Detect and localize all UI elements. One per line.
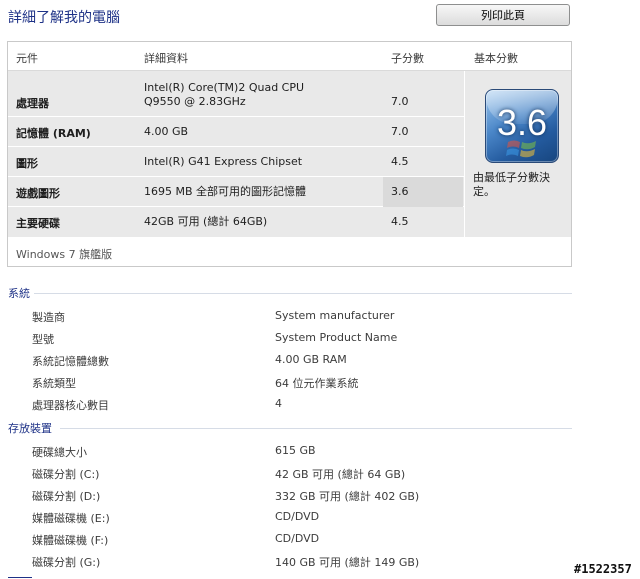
storage-section-divider (60, 428, 572, 429)
next-section-cut (8, 573, 32, 579)
watermark: #1522357 (574, 562, 632, 576)
info-value: 4.00 GB RAM (275, 353, 347, 366)
base-score-badge: 3.6 (485, 89, 559, 163)
system-section-divider (34, 293, 572, 294)
info-label: 處理器核心數目 (32, 399, 109, 412)
base-score-column: 3.6 由最低子分數決定。 (464, 71, 572, 237)
info-value: 4 (275, 397, 282, 410)
row-subscore: 7.0 (391, 95, 409, 108)
row-component: 處理器 (16, 97, 49, 110)
info-label: 媒體磁碟機 (F:) (32, 534, 109, 547)
header-base-score: 基本分數 (474, 52, 518, 65)
header-details: 詳細資料 (144, 52, 188, 65)
info-value: 140 GB 可用 (總計 149 GB) (275, 556, 420, 569)
row-component: 遊戲圖形 (16, 187, 60, 200)
info-label: 系統記憶體總數 (32, 355, 109, 368)
rating-row-graphics: 圖形 Intel(R) G41 Express Chipset 4.5 (8, 147, 464, 177)
row-component: 主要硬碟 (16, 217, 60, 230)
info-label: 系統類型 (32, 377, 76, 390)
info-value: System manufacturer (275, 309, 395, 322)
info-value: CD/DVD (275, 532, 320, 545)
rating-row-cpu: 處理器 Intel(R) Core(TM)2 Quad CPU Q9550 @ … (8, 71, 464, 117)
row-component: 圖形 (16, 157, 38, 170)
row-component: 記憶體 (RAM) (16, 127, 91, 140)
row-details: 4.00 GB (144, 125, 189, 138)
storage-section-title: 存放裝置 (8, 422, 52, 435)
rating-body: 處理器 Intel(R) Core(TM)2 Quad CPU Q9550 @ … (8, 71, 571, 237)
print-page-button[interactable]: 列印此頁 (436, 4, 570, 26)
rating-row-hard-disk: 主要硬碟 42GB 可用 (總計 64GB) 4.5 (8, 207, 464, 237)
info-label: 磁碟分割 (G:) (32, 556, 101, 569)
info-label: 製造商 (32, 311, 65, 324)
row-subscore: 4.5 (391, 215, 409, 228)
info-label: 型號 (32, 333, 54, 346)
info-label: 磁碟分割 (D:) (32, 490, 101, 503)
header-component: 元件 (16, 52, 38, 65)
info-value: 615 GB (275, 444, 316, 457)
row-subscore: 3.6 (391, 185, 409, 198)
row-details: 1695 MB 全部可用的圖形記憶體 (144, 185, 307, 198)
info-value: 64 位元作業系統 (275, 377, 359, 390)
os-edition: Windows 7 旗艦版 (16, 248, 113, 261)
base-score-caption: 由最低子分數決定。 (473, 171, 550, 198)
page-title: 詳細了解我的電腦 (8, 10, 120, 26)
info-label: 媒體磁碟機 (E:) (32, 512, 110, 525)
info-value: 42 GB 可用 (總計 64 GB) (275, 468, 406, 481)
info-value: 332 GB 可用 (總計 402 GB) (275, 490, 420, 503)
info-value: System Product Name (275, 331, 398, 344)
rating-row-gaming-graphics: 遊戲圖形 1695 MB 全部可用的圖形記憶體 3.6 (8, 177, 464, 207)
rating-header: 元件 詳細資料 子分數 基本分數 (8, 42, 571, 71)
info-label: 硬碟總大小 (32, 446, 87, 459)
info-label: 磁碟分割 (C:) (32, 468, 100, 481)
system-section-title: 系統 (8, 287, 30, 300)
rating-panel: 元件 詳細資料 子分數 基本分數 處理器 Intel(R) Core(TM)2 … (7, 41, 572, 267)
row-subscore: 4.5 (391, 155, 409, 168)
header-subscore: 子分數 (391, 52, 424, 65)
row-details: 42GB 可用 (總計 64GB) (144, 215, 268, 228)
base-score-value: 3.6 (496, 102, 548, 143)
row-subscore: 7.0 (391, 125, 409, 138)
rating-row-ram: 記憶體 (RAM) 4.00 GB 7.0 (8, 117, 464, 147)
info-value: CD/DVD (275, 510, 320, 523)
row-details: Intel(R) G41 Express Chipset (144, 155, 303, 168)
row-details: Intel(R) Core(TM)2 Quad CPU Q9550 @ 2.83… (144, 81, 305, 108)
